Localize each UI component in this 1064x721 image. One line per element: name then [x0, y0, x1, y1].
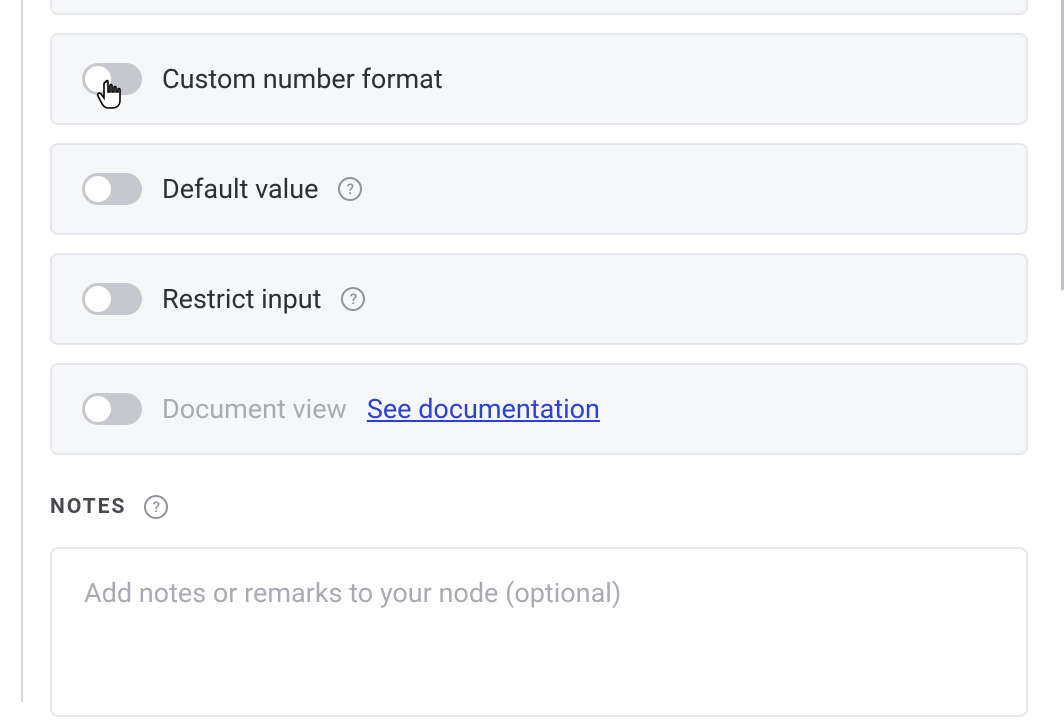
toggle-restrict-input[interactable] [82, 283, 142, 315]
option-label: Custom number format [162, 63, 443, 95]
option-custom-number-format: Custom number format [50, 33, 1028, 125]
option-document-view: Document view See documentation [50, 363, 1028, 455]
option-label: Default value [162, 173, 318, 205]
help-icon[interactable]: ? [341, 287, 365, 311]
toggle-default-value[interactable] [82, 173, 142, 205]
toggle-knob [85, 286, 111, 312]
option-label: Restrict input [162, 283, 321, 315]
see-documentation-link[interactable]: See documentation [367, 393, 600, 425]
help-icon[interactable]: ? [144, 495, 168, 519]
notes-section-header: NOTES ? [50, 495, 1028, 519]
option-restrict-input: Restrict input ? [50, 253, 1028, 345]
notes-heading: NOTES [50, 495, 126, 519]
option-label: Document view [162, 393, 347, 425]
previous-option-row-stub [50, 0, 1028, 15]
option-default-value: Default value ? [50, 143, 1028, 235]
toggle-knob [85, 66, 111, 92]
help-icon[interactable]: ? [338, 177, 362, 201]
toggle-knob [85, 176, 111, 202]
toggle-knob [85, 396, 111, 422]
notes-textarea[interactable] [50, 547, 1028, 717]
toggle-custom-number-format[interactable] [82, 63, 142, 95]
settings-panel: Custom number format Default value ? Res… [21, 0, 1064, 702]
toggle-document-view[interactable] [82, 393, 142, 425]
